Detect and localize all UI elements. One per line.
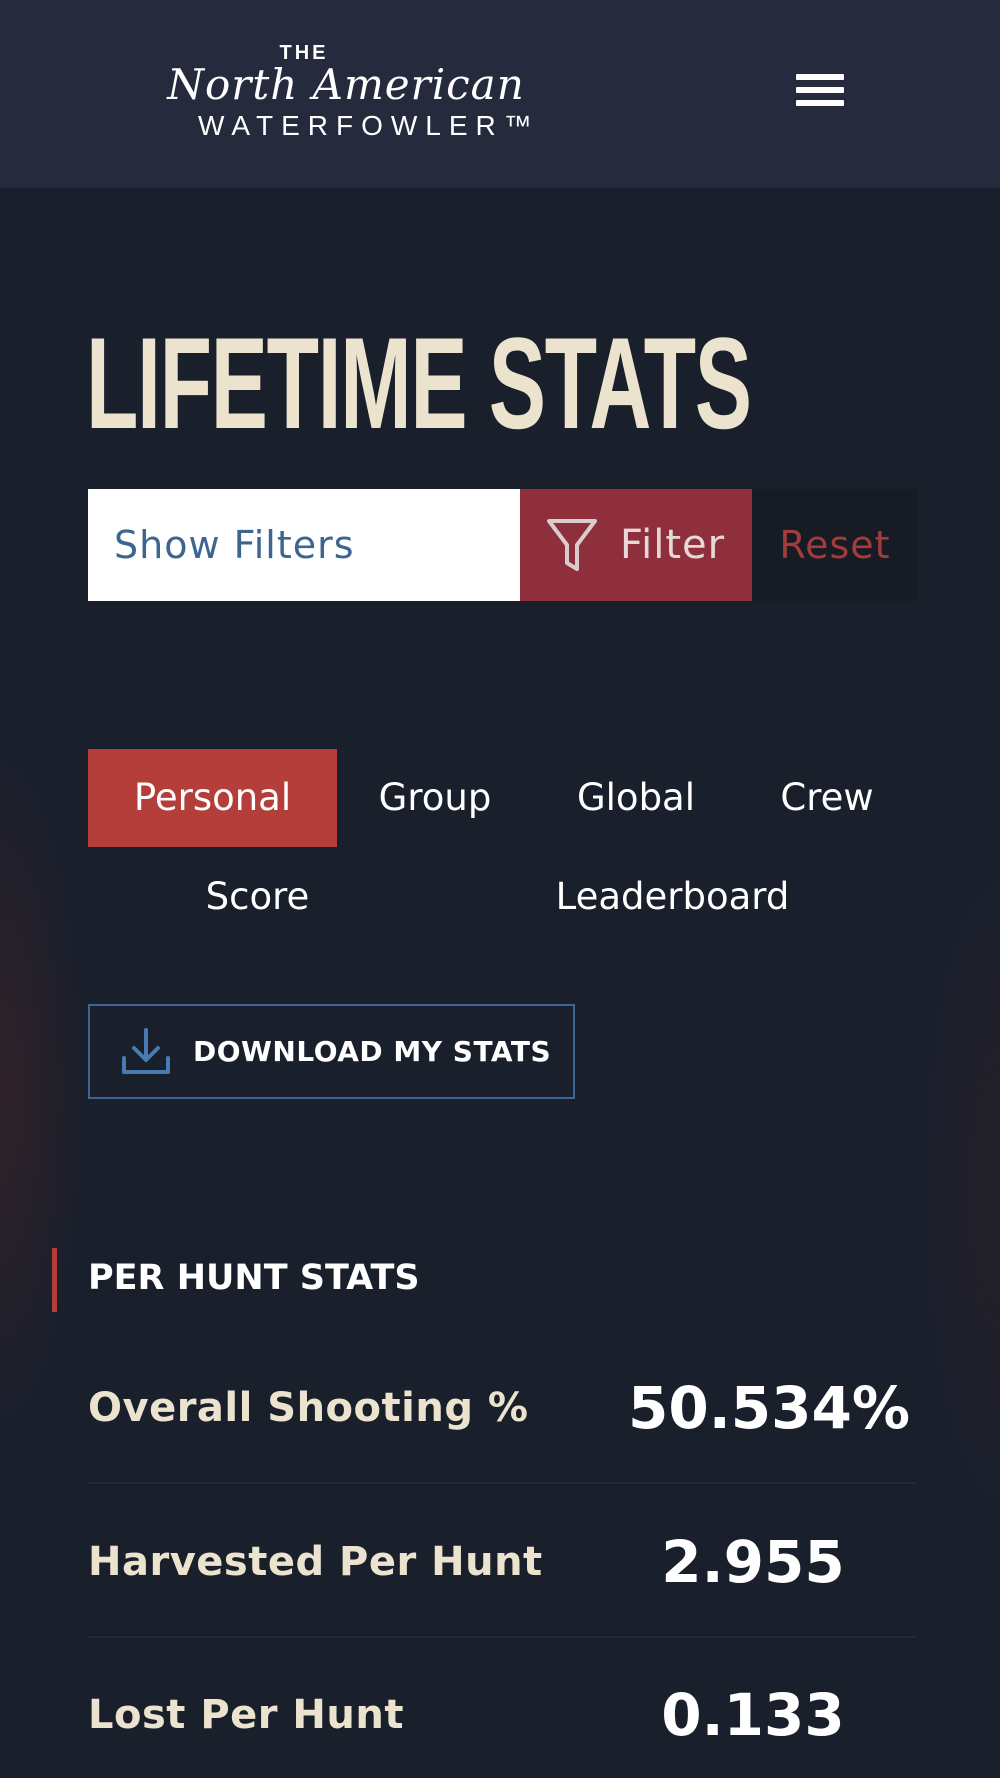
download-stats-button[interactable]: DOWNLOAD MY STATS bbox=[88, 1004, 575, 1099]
funnel-icon bbox=[547, 519, 597, 571]
section-accent-bar bbox=[52, 1248, 57, 1312]
site-logo[interactable]: THE North American WATERFOWLER™ bbox=[146, 42, 546, 142]
menu-line bbox=[796, 74, 844, 80]
per-hunt-section-title: PER HUNT STATS bbox=[88, 1258, 420, 1298]
stat-row-harvested-per-hunt: Harvested Per Hunt 2.955 bbox=[88, 1485, 916, 1639]
logo-main-text: North American bbox=[167, 60, 525, 109]
menu-line bbox=[796, 100, 844, 106]
tab-score[interactable]: Score bbox=[175, 848, 340, 946]
stat-value: 2.955 bbox=[661, 1528, 845, 1596]
stat-label: Lost Per Hunt bbox=[88, 1692, 404, 1738]
stat-value: 0.133 bbox=[661, 1681, 845, 1749]
tab-global[interactable]: Global bbox=[556, 749, 716, 847]
tab-group[interactable]: Group bbox=[355, 749, 515, 847]
tab-personal[interactable]: Personal bbox=[88, 749, 337, 847]
site-header: THE North American WATERFOWLER™ bbox=[0, 0, 1000, 188]
stat-label: Harvested Per Hunt bbox=[88, 1539, 543, 1585]
stat-row-lost-per-hunt: Lost Per Hunt 0.133 bbox=[88, 1638, 916, 1778]
page-title: LIFETIME STATS bbox=[86, 310, 752, 456]
tab-leaderboard[interactable]: Leaderboard bbox=[525, 848, 820, 946]
stat-value: 50.534% bbox=[628, 1374, 910, 1442]
menu-line bbox=[796, 87, 844, 93]
row-divider bbox=[88, 1482, 916, 1484]
logo-sub-text: WATERFOWLER™ bbox=[198, 110, 540, 141]
download-icon bbox=[122, 1028, 170, 1074]
filter-button-label: Filter bbox=[620, 522, 726, 568]
tab-crew[interactable]: Crew bbox=[757, 749, 897, 847]
stat-label: Overall Shooting % bbox=[88, 1385, 529, 1431]
filter-bar: Show Filters Filter Reset bbox=[88, 489, 918, 601]
show-filters-button[interactable]: Show Filters bbox=[88, 489, 520, 601]
stat-row-overall-shooting: Overall Shooting % 50.534% bbox=[88, 1331, 916, 1485]
download-stats-label: DOWNLOAD MY STATS bbox=[193, 1035, 552, 1068]
hamburger-menu-icon[interactable] bbox=[796, 74, 844, 112]
reset-button[interactable]: Reset bbox=[752, 489, 918, 601]
filter-button[interactable]: Filter bbox=[520, 489, 752, 601]
